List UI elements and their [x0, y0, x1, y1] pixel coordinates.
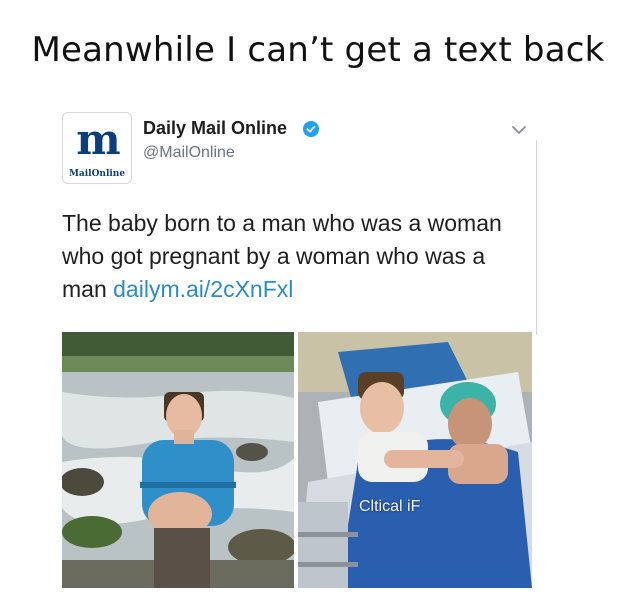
tweet-photo-left[interactable]	[62, 332, 294, 588]
avatar-logo-subtitle: MailOnline	[68, 169, 126, 179]
tweet-card-edge	[536, 140, 537, 335]
display-name[interactable]: Daily Mail Online	[143, 118, 287, 139]
image-watermark: Cltical iF	[359, 498, 421, 515]
avatar[interactable]: m MailOnline	[62, 112, 132, 184]
verified-badge-icon	[303, 121, 319, 137]
tweet-photo-right[interactable]	[298, 332, 532, 588]
avatar-logo-mark: m	[76, 115, 120, 164]
user-handle[interactable]: @MailOnline	[143, 144, 235, 162]
meme-caption: Meanwhile I can’t get a text back	[31, 30, 605, 70]
tweet-link[interactable]: dailym.ai/2cXnFxl	[113, 276, 293, 302]
tweet-text: The baby born to a man who was a woman w…	[62, 207, 532, 306]
chevron-down-icon[interactable]	[511, 124, 527, 136]
